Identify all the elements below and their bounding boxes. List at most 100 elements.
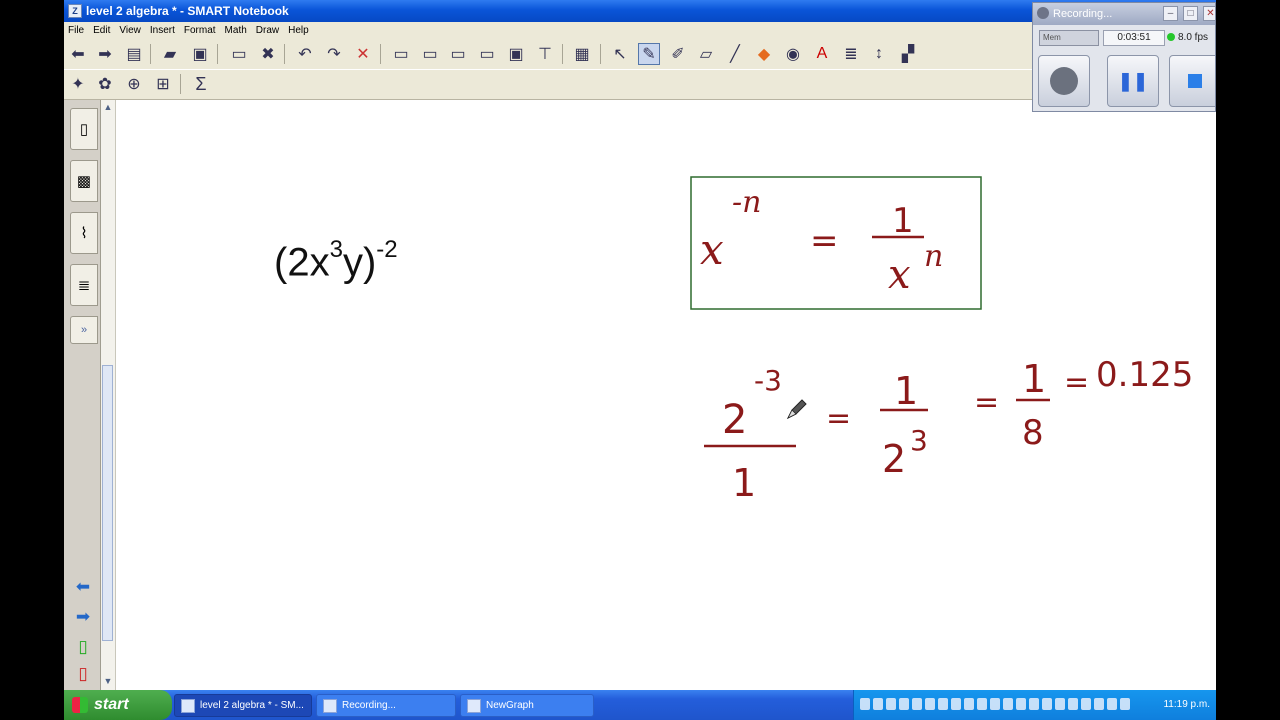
redo-icon[interactable]: ↷ [323, 43, 345, 65]
tray-icon[interactable] [860, 698, 870, 710]
add-page-icon[interactable]: ▤ [123, 43, 145, 65]
clear-icon[interactable]: ✕ [352, 43, 374, 65]
menu-view[interactable]: View [115, 22, 146, 36]
full-screen-icon[interactable]: ▭ [419, 43, 441, 65]
menu-draw[interactable]: Draw [252, 22, 284, 36]
example-equals-1: = [826, 401, 851, 436]
undo-icon[interactable]: ↶ [294, 43, 316, 65]
menu-math[interactable]: Math [221, 22, 252, 36]
maximize-icon[interactable]: □ [1183, 6, 1198, 21]
toolbar-separator [180, 74, 181, 94]
taskbar-item-smart-notebook[interactable]: level 2 algebra * - SM... [174, 694, 312, 717]
taskbar-item-newgraph[interactable]: NewGraph [460, 694, 594, 717]
rule-numerator: 1 [892, 201, 914, 241]
open-folder-icon[interactable]: ▰ [159, 43, 181, 65]
tray-icon[interactable] [912, 698, 922, 710]
rule-box[interactable]: x -n = 1 x n [690, 176, 982, 310]
table-tools-icon[interactable]: ⊞ [152, 73, 174, 95]
pause-button[interactable]: ❚❚ [1107, 55, 1159, 107]
taskbar-item-label: NewGraph [486, 700, 534, 711]
menu-insert[interactable]: Insert [146, 22, 180, 36]
tray-icon[interactable] [990, 698, 1000, 710]
minimize-icon[interactable]: – [1163, 6, 1178, 21]
start-label: start [94, 696, 129, 713]
tray-icon[interactable] [977, 698, 987, 710]
table-icon[interactable]: ▦ [571, 43, 593, 65]
toolbar-separator [284, 44, 285, 64]
select-cursor-icon[interactable]: ↖ [609, 43, 631, 65]
system-clock[interactable]: 11:19 p.m. [1163, 699, 1210, 710]
next-page-icon[interactable]: ➡ [72, 606, 94, 628]
tray-icon[interactable] [1120, 698, 1130, 710]
screen-shade-icon[interactable]: ▭ [390, 43, 412, 65]
worked-example-ink[interactable]: 2 -3 1 = 1 2 3 = 1 8 = 0.125 [704, 355, 1193, 505]
save-icon[interactable]: ▣ [189, 43, 211, 65]
tray-icon[interactable] [951, 698, 961, 710]
move-toolbar-icon[interactable]: ↕ [868, 43, 890, 65]
properties-tab-icon[interactable]: ≣ [70, 264, 98, 306]
transparent-background-icon[interactable]: ▭ [447, 43, 469, 65]
magic-pen-icon[interactable]: ✦ [67, 73, 89, 95]
tray-icon[interactable] [1029, 698, 1039, 710]
tray-icon[interactable] [1055, 698, 1065, 710]
creative-pen-icon[interactable]: ✐ [667, 43, 689, 65]
scroll-up-icon[interactable]: ▲ [102, 100, 114, 114]
screen-capture-icon[interactable]: ▣ [505, 43, 527, 65]
fps-indicator: 8.0 fps [1167, 30, 1215, 46]
menu-format[interactable]: Format [180, 22, 221, 36]
tray-icon[interactable] [886, 698, 896, 710]
example-equals-2: = [974, 385, 999, 420]
tray-icon[interactable] [1094, 698, 1104, 710]
tray-icon[interactable] [1042, 698, 1052, 710]
pen-tool-icon[interactable]: ✎ [638, 43, 660, 65]
tray-icon[interactable] [899, 698, 909, 710]
shapes-icon[interactable]: ◆ [753, 43, 775, 65]
shape-recognition-pen-icon[interactable]: ✿ [94, 73, 116, 95]
text-tool-icon[interactable]: A [811, 43, 833, 65]
close-icon[interactable]: ✕ [1203, 6, 1215, 21]
gallery-tab-icon[interactable]: ▩ [70, 160, 98, 202]
tray-icon[interactable] [873, 698, 883, 710]
stop-button[interactable] [1169, 55, 1215, 107]
measurement-tools-icon[interactable]: ⊕ [123, 73, 145, 95]
expand-panel-icon[interactable]: » [70, 316, 98, 344]
customize-toolbar-icon[interactable]: ▞ [897, 43, 919, 65]
tray-icon[interactable] [925, 698, 935, 710]
eraser-icon[interactable]: ▱ [695, 43, 717, 65]
tray-icon[interactable] [938, 698, 948, 710]
paste-icon[interactable]: ▭ [228, 43, 250, 65]
tray-icon[interactable] [964, 698, 974, 710]
scrollbar-thumb[interactable] [102, 365, 113, 641]
dual-page-icon[interactable]: ▭ [476, 43, 498, 65]
document-camera-icon[interactable]: ⊤ [534, 43, 556, 65]
tray-icon[interactable] [1068, 698, 1078, 710]
scroll-down-icon[interactable]: ▼ [102, 674, 114, 688]
forward-arrow-icon[interactable]: ➡ [94, 43, 116, 65]
notebook-page-canvas[interactable]: (2x3y)-2 x -n = 1 x n 2 -3 1 = 1 2 3 = 1… [116, 100, 1216, 690]
menu-help[interactable]: Help [284, 22, 314, 36]
recorder-title: Recording... [1053, 8, 1113, 20]
tray-icon[interactable] [1003, 698, 1013, 710]
page-sorter-tab-icon[interactable]: ▯ [70, 108, 98, 150]
attachments-tab-icon[interactable]: ⌇ [70, 212, 98, 254]
menu-file[interactable]: File [64, 22, 89, 36]
menu-edit[interactable]: Edit [89, 22, 115, 36]
line-tool-icon[interactable]: ╱ [724, 43, 746, 65]
properties-icon[interactable]: ≣ [840, 43, 862, 65]
back-arrow-icon[interactable]: ⬅ [67, 43, 89, 65]
tray-icon[interactable] [1016, 698, 1026, 710]
previous-page-icon[interactable]: ⬅ [72, 576, 94, 598]
fill-bucket-icon[interactable]: ◉ [782, 43, 804, 65]
add-page-icon[interactable]: ▯ [72, 636, 94, 658]
sigma-icon[interactable]: Σ [190, 73, 212, 95]
vertical-scrollbar[interactable]: ▲ ▼ [101, 100, 116, 690]
tray-icon[interactable] [1081, 698, 1091, 710]
pen-cursor-icon [786, 399, 807, 420]
taskbar-item-recording[interactable]: Recording... [316, 694, 456, 717]
delete-icon[interactable]: ✖ [257, 43, 279, 65]
rule-denominator-base: x [888, 252, 911, 298]
record-button[interactable] [1038, 55, 1090, 107]
start-button[interactable]: start [64, 690, 172, 720]
tray-icon[interactable] [1107, 698, 1117, 710]
delete-page-icon[interactable]: ▯ [72, 663, 94, 685]
